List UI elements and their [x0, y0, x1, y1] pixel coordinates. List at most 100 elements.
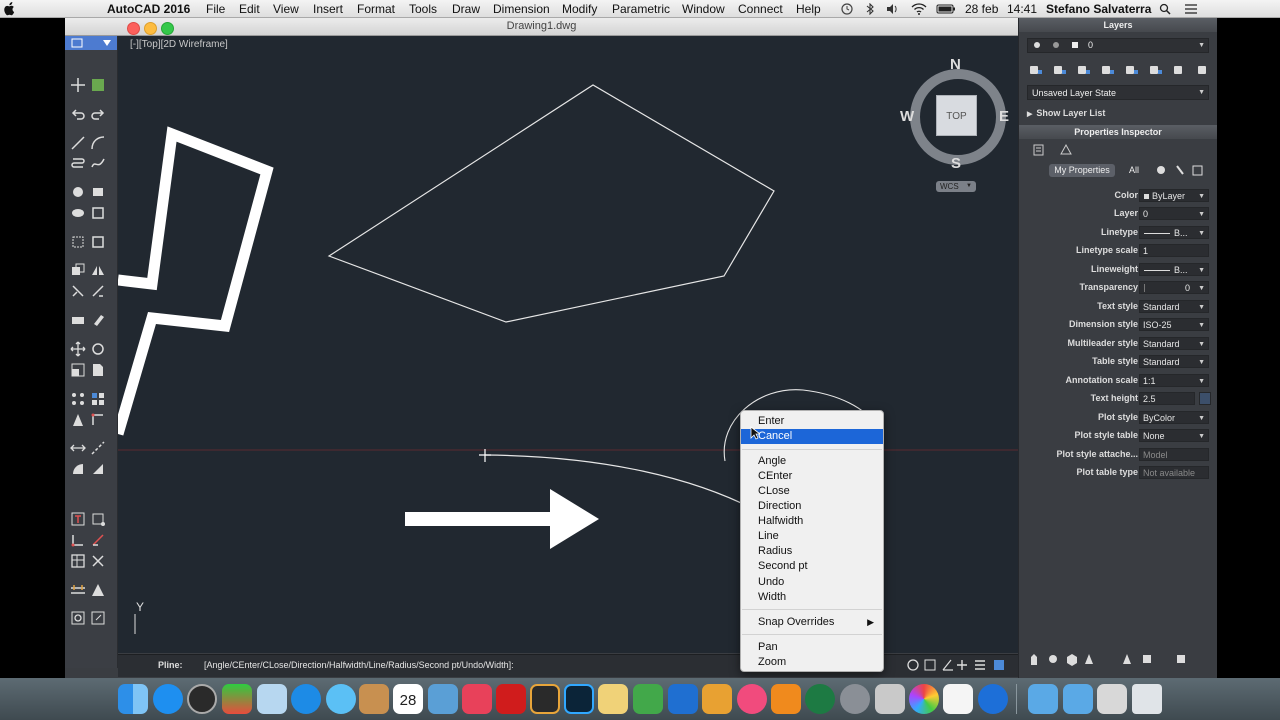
contacts-icon[interactable]	[359, 684, 389, 714]
time-machine-dock-icon[interactable]	[805, 684, 835, 714]
menu-item-second-pt[interactable]: Second pt	[741, 559, 883, 574]
photoshop-icon[interactable]	[564, 684, 594, 714]
sketch-icon[interactable]	[702, 684, 732, 714]
layer-state-dropdown[interactable]: Unsaved Layer State ▼	[1027, 85, 1209, 100]
zoom-extents-icon[interactable]	[70, 610, 86, 626]
mirror-tool-icon[interactable]	[90, 262, 106, 278]
crosshair-icon[interactable]	[70, 77, 86, 93]
spotlight-search-icon[interactable]	[1159, 3, 1171, 15]
finder-icon[interactable]	[118, 684, 148, 714]
prop-text-height-value[interactable]: 2.5	[1139, 392, 1195, 405]
boundary-tool-icon[interactable]	[90, 234, 106, 250]
menu-item-enter[interactable]: Enter	[741, 414, 883, 429]
region-tool-icon[interactable]	[90, 205, 106, 221]
trim-tool-icon[interactable]	[70, 283, 86, 299]
hatch-tool-icon[interactable]	[70, 234, 86, 250]
menubar-time[interactable]: 14:41	[1007, 1, 1037, 17]
menu-item-zoom[interactable]: Zoom	[741, 655, 883, 670]
prop-plot-style-table-value[interactable]: None ▼	[1139, 429, 1209, 442]
move-tool-icon[interactable]	[70, 341, 86, 357]
app-menu[interactable]: AutoCAD 2016	[107, 1, 190, 17]
properties-view-toggles[interactable]	[1033, 143, 1077, 157]
prop-linetype-value[interactable]: B... ▼	[1139, 226, 1209, 239]
autocad-icon[interactable]	[496, 684, 526, 714]
menu-item-cancel[interactable]: Cancel	[741, 429, 883, 444]
command-options[interactable]: [Angle/CEnter/CLose/Direction/Halfwidth/…	[204, 660, 514, 670]
compass-east[interactable]: E	[999, 108, 1009, 125]
menu-format[interactable]: Format	[357, 1, 395, 17]
navigation-toolbar[interactable]	[1027, 651, 1209, 667]
messages-icon[interactable]	[326, 684, 356, 714]
rectangle-tool-icon[interactable]	[90, 184, 106, 200]
array-tool-icon[interactable]	[70, 391, 86, 407]
menu-item-radius[interactable]: Radius	[741, 544, 883, 559]
battery-icon[interactable]	[936, 3, 956, 15]
layers-panel-header[interactable]: Layers	[1019, 18, 1217, 32]
menu-help[interactable]: Help	[796, 1, 821, 17]
system-preferences-icon[interactable]	[840, 684, 870, 714]
mission-control-icon[interactable]	[222, 684, 252, 714]
compass-south[interactable]: S	[951, 155, 961, 172]
arc-tool-icon[interactable]	[90, 135, 106, 151]
notification-center-icon[interactable]	[1184, 3, 1198, 15]
ibooks-icon[interactable]	[771, 684, 801, 714]
menu-draw[interactable]: Draw	[452, 1, 480, 17]
menu-item-angle[interactable]: Angle	[741, 454, 883, 469]
rotate-tool-icon[interactable]	[90, 341, 106, 357]
menubar-date[interactable]: 28 feb	[965, 1, 998, 17]
text-tool-icon[interactable]	[70, 511, 86, 527]
itunes-icon[interactable]	[737, 684, 767, 714]
fillet-tool-icon[interactable]	[70, 412, 86, 428]
menu-window[interactable]: Window	[682, 1, 725, 17]
prop-table-style-value[interactable]: Standard ▼	[1139, 355, 1209, 368]
numbers-icon[interactable]	[633, 684, 663, 714]
wifi-icon[interactable]	[911, 3, 927, 15]
time-machine-icon[interactable]	[841, 3, 853, 15]
join-tool-icon[interactable]	[70, 461, 86, 477]
menu-dimension[interactable]: Dimension	[493, 1, 550, 17]
layer-tool-icon[interactable]	[90, 77, 106, 93]
menu-item-direction[interactable]: Direction	[741, 499, 883, 514]
calendar-icon[interactable]: 28	[393, 684, 423, 714]
zoom-window-icon[interactable]	[90, 610, 106, 626]
photos-icon[interactable]	[428, 684, 458, 714]
color-picker-icon[interactable]	[909, 684, 939, 714]
apple-icon[interactable]	[0, 0, 18, 18]
dimension-tool-icon[interactable]	[70, 440, 86, 456]
prop-layer-value[interactable]: 0 ▼	[1139, 207, 1209, 220]
chamfer-tool-icon[interactable]	[90, 412, 106, 428]
pentagon-outline[interactable]	[327, 84, 775, 323]
pocket-icon[interactable]	[462, 684, 492, 714]
menu-view[interactable]: View	[273, 1, 299, 17]
prop-transparency-value[interactable]: 0 ▼	[1139, 281, 1209, 294]
text-height-pick-button[interactable]	[1199, 392, 1211, 405]
circle-tool-icon[interactable]	[70, 184, 86, 200]
prop-lineweight-value[interactable]: B... ▼	[1139, 263, 1209, 276]
scale-tool-icon[interactable]	[70, 362, 86, 378]
menu-insert[interactable]: Insert	[313, 1, 343, 17]
dashboard-icon[interactable]	[187, 684, 217, 714]
prop-color-value[interactable]: ByLayer ▼	[1139, 189, 1209, 202]
explode-tool-icon[interactable]	[90, 461, 106, 477]
spline-tool-icon[interactable]	[90, 155, 106, 171]
tab-all-properties[interactable]: All	[1129, 164, 1139, 177]
mtext-tool-icon[interactable]	[90, 511, 106, 527]
downloads-stack-icon[interactable]	[1097, 684, 1127, 714]
extend-tool-icon[interactable]	[90, 283, 106, 299]
menu-item-line[interactable]: Line	[741, 529, 883, 544]
tab-my-properties[interactable]: My Properties	[1049, 164, 1115, 177]
directory-utility-icon[interactable]	[875, 684, 905, 714]
show-layer-list-toggle[interactable]: ▶ Show Layer List	[1027, 108, 1105, 118]
prop-annotation-scale-value[interactable]: 1:1 ▼	[1139, 374, 1209, 387]
bluetooth-icon[interactable]	[864, 3, 876, 15]
menu-file[interactable]: File	[206, 1, 225, 17]
menu-item-halfwidth[interactable]: Halfwidth	[741, 514, 883, 529]
menu-item-snap-overrides[interactable]: Snap Overrides ▶	[741, 615, 883, 630]
status-toggles[interactable]	[905, 657, 1018, 673]
volume-icon[interactable]	[886, 3, 898, 15]
keynote-icon[interactable]	[668, 684, 698, 714]
pages-icon[interactable]	[598, 684, 628, 714]
redo-icon[interactable]	[90, 106, 106, 122]
menu-parametric[interactable]: Parametric	[612, 1, 670, 17]
leader-tool-icon[interactable]	[70, 532, 86, 548]
